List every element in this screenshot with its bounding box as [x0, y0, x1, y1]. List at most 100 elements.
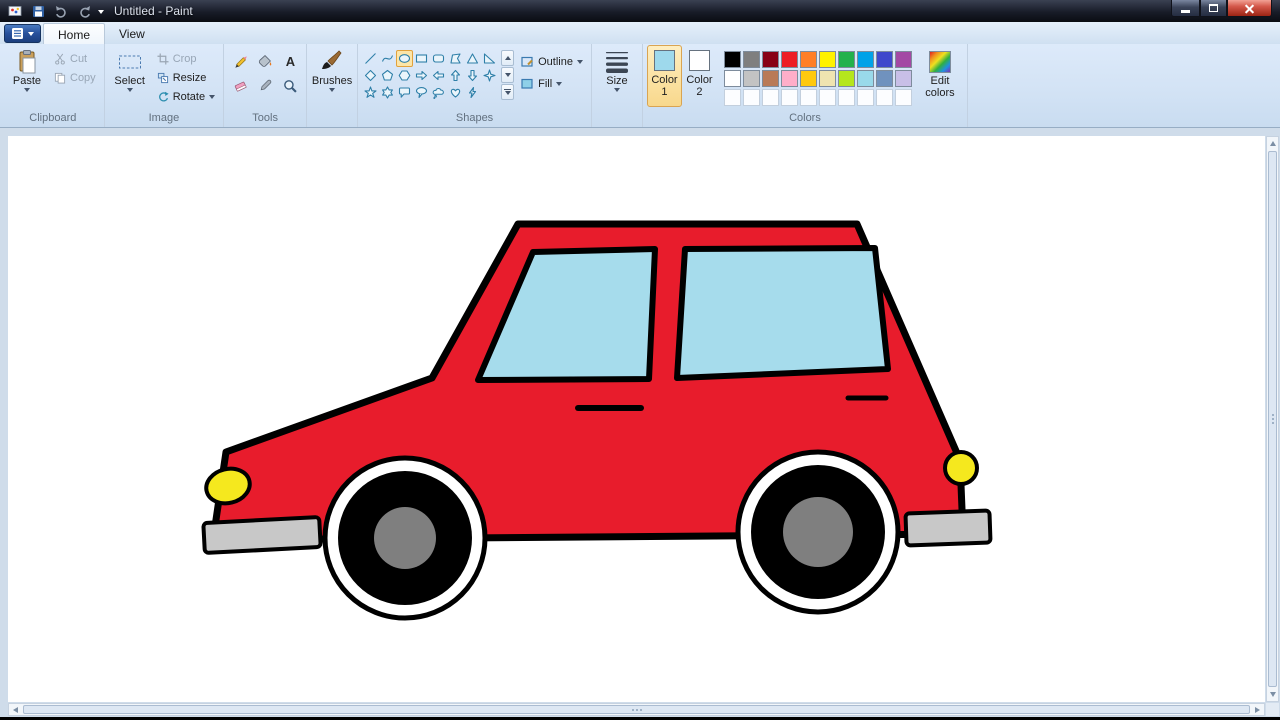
close-button[interactable]	[1227, 0, 1272, 17]
fill-with-color-tool-button[interactable]	[253, 49, 277, 73]
palette-swatch-empty[interactable]	[875, 89, 893, 106]
group-colors: Color 1 Color 2 Edit colors Colors	[643, 44, 968, 127]
shapes-more-button[interactable]	[501, 84, 515, 100]
color2-button[interactable]: Color 2	[682, 45, 717, 107]
minimize-icon	[1181, 9, 1190, 13]
palette-swatch-empty[interactable]	[818, 89, 836, 106]
palette-swatch[interactable]	[799, 70, 817, 87]
palette-swatch[interactable]	[761, 51, 779, 68]
shape-arrow-left[interactable]	[430, 67, 447, 84]
resize-button[interactable]: Resize	[153, 68, 219, 87]
palette-swatch-empty[interactable]	[723, 89, 741, 106]
tab-view[interactable]: View	[105, 23, 159, 44]
palette-swatch[interactable]	[818, 70, 836, 87]
shape-callout-oval[interactable]	[413, 84, 430, 101]
palette-swatch[interactable]	[856, 51, 874, 68]
eraser-tool-button[interactable]	[228, 74, 252, 98]
palette-swatch[interactable]	[875, 51, 893, 68]
size-button[interactable]: Size	[596, 45, 638, 92]
color1-button[interactable]: Color 1	[646, 45, 682, 107]
horizontal-scrollbar[interactable]	[8, 703, 1265, 716]
maximize-button[interactable]	[1200, 0, 1227, 17]
scrollbar-left-arrow[interactable]	[13, 707, 18, 713]
palette-swatch[interactable]	[723, 51, 741, 68]
undo-button[interactable]	[52, 3, 70, 20]
rotate-button[interactable]: Rotate	[153, 87, 219, 106]
brushes-button[interactable]: Brushes	[311, 45, 353, 92]
vertical-scrollbar[interactable]	[1266, 136, 1279, 702]
scrollbar-down-arrow[interactable]	[1270, 692, 1276, 697]
shape-arrow-up[interactable]	[447, 67, 464, 84]
scrollbar-right-arrow[interactable]	[1255, 707, 1260, 713]
minimize-button[interactable]	[1171, 0, 1200, 17]
horizontal-scrollbar-thumb[interactable]	[23, 705, 1250, 714]
crop-button[interactable]: Crop	[153, 49, 219, 68]
shape-oval[interactable]	[396, 50, 414, 67]
palette-swatch[interactable]	[894, 70, 912, 87]
shapes-scroll-up-button[interactable]	[501, 50, 515, 66]
palette-swatch-empty[interactable]	[799, 89, 817, 106]
cut-button[interactable]: Cut	[50, 49, 100, 68]
select-button[interactable]: Select	[109, 45, 151, 92]
edit-colors-button[interactable]: Edit colors	[917, 45, 963, 99]
shape-lightning[interactable]	[464, 84, 481, 101]
palette-swatch-empty[interactable]	[761, 89, 779, 106]
shape-arrow-down[interactable]	[464, 67, 481, 84]
copy-button[interactable]: Copy	[50, 68, 100, 87]
shape-polygon[interactable]	[447, 50, 464, 67]
shape-diamond[interactable]	[362, 67, 379, 84]
palette-swatch[interactable]	[818, 51, 836, 68]
color-picker-tool-button[interactable]	[253, 74, 277, 98]
shape-rounded-rectangle[interactable]	[430, 50, 447, 67]
redo-button[interactable]	[75, 3, 93, 20]
fill-button[interactable]: Fill	[517, 74, 587, 93]
magnifier-tool-button[interactable]	[278, 74, 302, 98]
scrollbar-up-arrow[interactable]	[1270, 141, 1276, 146]
shape-star-5-point[interactable]	[362, 84, 379, 101]
palette-swatch-empty[interactable]	[894, 89, 912, 106]
pencil-tool-button[interactable]	[228, 49, 252, 73]
shape-triangle[interactable]	[464, 50, 481, 67]
file-menu-button[interactable]	[4, 24, 41, 43]
vertical-scrollbar-thumb[interactable]	[1268, 151, 1277, 687]
save-button[interactable]	[29, 3, 47, 20]
palette-swatch[interactable]	[856, 70, 874, 87]
paste-button[interactable]: Paste	[6, 45, 48, 92]
palette-swatch[interactable]	[780, 51, 798, 68]
shape-star-4-point[interactable]	[481, 67, 498, 84]
palette-swatch[interactable]	[799, 51, 817, 68]
shape-heart[interactable]	[447, 84, 464, 101]
shape-hexagon[interactable]	[396, 67, 413, 84]
palette-swatch[interactable]	[837, 70, 855, 87]
shape-callout-rounded[interactable]	[396, 84, 413, 101]
shapes-grid	[362, 50, 498, 101]
palette-swatch[interactable]	[723, 70, 741, 87]
palette-swatch-empty[interactable]	[742, 89, 760, 106]
palette-swatch[interactable]	[761, 70, 779, 87]
group-image: Select Crop Resize Rotate Image	[105, 44, 225, 127]
qat-dropdown-icon[interactable]	[98, 9, 104, 14]
palette-swatch[interactable]	[742, 51, 760, 68]
palette-swatch-empty[interactable]	[780, 89, 798, 106]
palette-swatch-empty[interactable]	[837, 89, 855, 106]
copy-icon	[54, 72, 66, 84]
shapes-scroll-down-button[interactable]	[501, 67, 515, 83]
palette-swatch-empty[interactable]	[856, 89, 874, 106]
shape-arrow-right[interactable]	[413, 67, 430, 84]
palette-swatch[interactable]	[875, 70, 893, 87]
paint-canvas[interactable]	[8, 136, 1265, 702]
palette-swatch[interactable]	[780, 70, 798, 87]
palette-swatch[interactable]	[894, 51, 912, 68]
shape-rectangle[interactable]	[413, 50, 430, 67]
shape-pentagon[interactable]	[379, 67, 396, 84]
palette-swatch[interactable]	[837, 51, 855, 68]
palette-swatch[interactable]	[742, 70, 760, 87]
tab-home[interactable]: Home	[43, 23, 106, 44]
shape-curve[interactable]	[379, 50, 396, 67]
shape-right-triangle[interactable]	[481, 50, 498, 67]
text-tool-button[interactable]: A	[278, 49, 302, 73]
shape-callout-cloud[interactable]	[430, 84, 447, 101]
shape-star-6-point[interactable]	[379, 84, 396, 101]
shape-line[interactable]	[362, 50, 379, 67]
outline-button[interactable]: Outline	[517, 52, 587, 71]
